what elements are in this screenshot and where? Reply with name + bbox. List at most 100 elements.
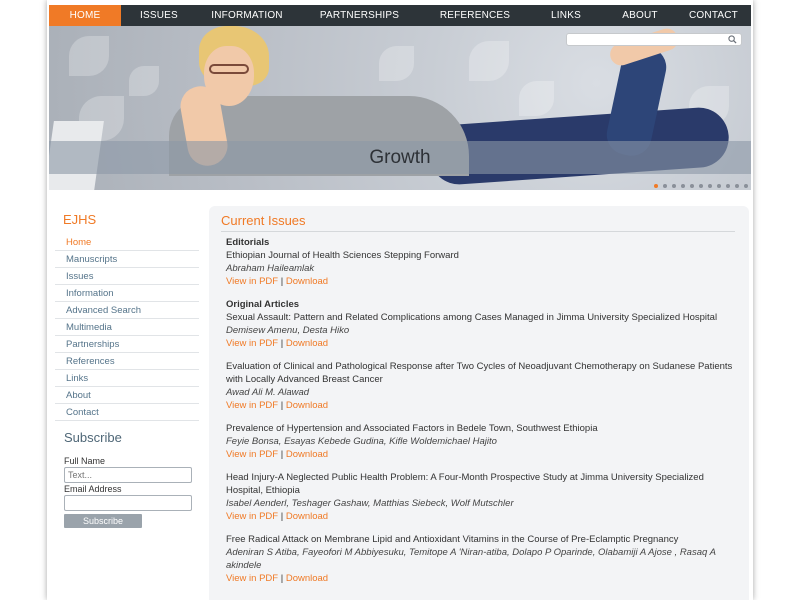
article-authors: Feyie Bonsa, Esayas Kebede Gudina, Kifle…: [226, 436, 497, 447]
search-input[interactable]: [566, 33, 742, 46]
sidebar-item-advanced-search[interactable]: Advanced Search: [55, 302, 199, 319]
slider-dot[interactable]: [690, 184, 694, 188]
nav-home[interactable]: HOME: [49, 5, 121, 26]
email-field[interactable]: [64, 495, 192, 511]
sidebar-item-information[interactable]: Information: [55, 285, 199, 302]
download-link[interactable]: Download: [286, 449, 328, 460]
page-title: Current Issues: [221, 213, 306, 228]
sidebar: EJHS Home Manuscripts Issues Information…: [49, 200, 209, 600]
section-heading-original-articles: Original Articles: [226, 299, 300, 310]
article-title: Prevalence of Hypertension and Associate…: [226, 423, 598, 434]
sidebar-title: EJHS: [63, 212, 97, 227]
sidebar-item-references[interactable]: References: [55, 353, 199, 370]
nav-about[interactable]: ABOUT: [604, 5, 676, 26]
slider-dot[interactable]: [735, 184, 739, 188]
list-item: Head Injury-A Neglected Public Health Pr…: [226, 471, 736, 523]
main-nav: HOME ISSUES INFORMATION PARTNERSHIPS REF…: [49, 5, 751, 26]
slider-dot[interactable]: [744, 184, 748, 188]
link-separator: |: [280, 573, 284, 584]
section-heading-editorials: Editorials: [226, 237, 270, 248]
article-authors: Awad Ali M. Alawad: [226, 387, 310, 398]
background-leaf: [519, 81, 554, 116]
list-item: Prevalence of Hypertension and Associate…: [226, 422, 736, 461]
article-links: View in PDF | Download: [226, 275, 736, 288]
article-links: View in PDF | Download: [226, 337, 736, 350]
view-pdf-link[interactable]: View in PDF: [226, 449, 278, 460]
sidebar-item-multimedia[interactable]: Multimedia: [55, 319, 199, 336]
slider-dot[interactable]: [663, 184, 667, 188]
sidebar-item-about[interactable]: About: [55, 387, 199, 404]
view-pdf-link[interactable]: View in PDF: [226, 338, 278, 349]
banner-caption-bar: Growth: [49, 141, 751, 174]
link-separator: |: [280, 338, 284, 349]
nav-references[interactable]: REFERENCES: [422, 5, 528, 26]
full-name-label: Full Name: [64, 456, 106, 466]
sidebar-item-home[interactable]: Home: [55, 234, 199, 251]
background-leaf: [129, 66, 159, 96]
article-title: Evaluation of Clinical and Pathological …: [226, 361, 733, 385]
full-name-field[interactable]: [64, 467, 192, 483]
view-pdf-link[interactable]: View in PDF: [226, 573, 278, 584]
article-authors: Adeniran S Atiba, Fayeofori M Abbiyesuku…: [226, 547, 716, 571]
slider-dot[interactable]: [708, 184, 712, 188]
sidebar-item-partnerships[interactable]: Partnerships: [55, 336, 199, 353]
slider-dot[interactable]: [672, 184, 676, 188]
sidebar-item-links[interactable]: Links: [55, 370, 199, 387]
view-pdf-link[interactable]: View in PDF: [226, 276, 278, 287]
article-title: Sexual Assault: Pattern and Related Comp…: [226, 312, 718, 323]
background-leaf: [379, 46, 414, 81]
slider-dot[interactable]: [717, 184, 721, 188]
article-links: View in PDF | Download: [226, 399, 736, 412]
article-title: Head Injury-A Neglected Public Health Pr…: [226, 472, 704, 496]
slider-dot[interactable]: [654, 184, 658, 188]
sidebar-item-issues[interactable]: Issues: [55, 268, 199, 285]
list-item: Ethiopian Journal of Health Sciences Ste…: [226, 249, 736, 288]
view-pdf-link[interactable]: View in PDF: [226, 511, 278, 522]
article-title: Free Radical Attack on Membrane Lipid an…: [226, 534, 679, 545]
article-authors: Abraham Haileamlak: [226, 263, 315, 274]
download-link[interactable]: Download: [286, 400, 328, 411]
slider-dot[interactable]: [699, 184, 703, 188]
nav-issues[interactable]: ISSUES: [121, 5, 197, 26]
nav-contact[interactable]: CONTACT: [676, 5, 751, 26]
article-authors: Demisew Amenu, Desta Hiko: [226, 325, 350, 336]
nav-partnerships[interactable]: PARTNERSHIPS: [297, 5, 422, 26]
hero-banner: Growth: [49, 26, 751, 190]
slider-dot[interactable]: [726, 184, 730, 188]
link-separator: |: [280, 400, 284, 411]
subscribe-title: Subscribe: [64, 430, 122, 445]
slider-dot[interactable]: [681, 184, 685, 188]
download-link[interactable]: Download: [286, 338, 328, 349]
article-list: Editorials Ethiopian Journal of Health S…: [226, 236, 736, 595]
banner-caption: Growth: [369, 146, 431, 168]
list-item: Evaluation of Clinical and Pathological …: [226, 360, 736, 412]
slider-dots: [654, 184, 748, 188]
download-link[interactable]: Download: [286, 511, 328, 522]
nav-links[interactable]: LINKS: [528, 5, 604, 26]
email-label: Email Address: [64, 484, 122, 494]
sidebar-menu: Home Manuscripts Issues Information Adva…: [55, 234, 199, 421]
banner-photo-glasses: [209, 64, 249, 74]
sidebar-item-contact[interactable]: Contact: [55, 404, 199, 421]
download-link[interactable]: Download: [286, 276, 328, 287]
article-links: View in PDF | Download: [226, 510, 736, 523]
link-separator: |: [280, 276, 284, 287]
download-link[interactable]: Download: [286, 573, 328, 584]
article-links: View in PDF | Download: [226, 572, 736, 585]
title-divider: [221, 231, 735, 232]
article-links: View in PDF | Download: [226, 448, 736, 461]
sidebar-item-manuscripts[interactable]: Manuscripts: [55, 251, 199, 268]
nav-information[interactable]: INFORMATION: [197, 5, 297, 26]
link-separator: |: [280, 511, 284, 522]
list-item: Free Radical Attack on Membrane Lipid an…: [226, 533, 736, 585]
background-leaf: [469, 41, 509, 81]
subscribe-button[interactable]: Subscribe: [64, 514, 142, 528]
view-pdf-link[interactable]: View in PDF: [226, 400, 278, 411]
article-title: Ethiopian Journal of Health Sciences Ste…: [226, 250, 459, 261]
article-authors: Isabel Aenderl, Teshager Gashaw, Matthia…: [226, 498, 514, 509]
search-icon[interactable]: [728, 35, 737, 44]
main-content: Current Issues Editorials Ethiopian Jour…: [209, 206, 749, 600]
link-separator: |: [280, 449, 284, 460]
banner-photo-face: [204, 46, 254, 106]
background-leaf: [69, 36, 109, 76]
